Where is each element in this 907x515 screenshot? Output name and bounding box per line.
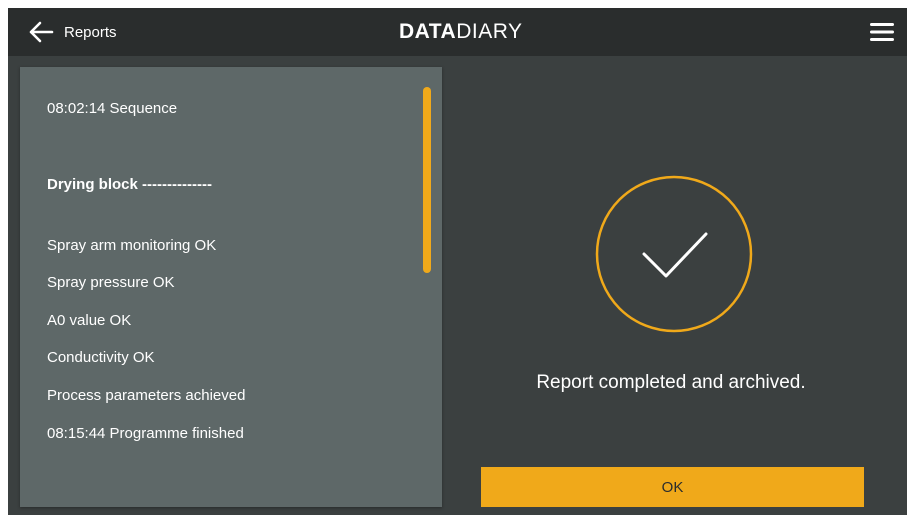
report-log-panel[interactable]: 08:02:14 Sequence Drying block ---------… <box>20 67 442 507</box>
brand-logo-light: DIARY <box>456 20 523 43</box>
ok-button-label: OK <box>661 478 684 496</box>
log-line: Spray arm monitoring OK <box>47 237 217 254</box>
log-line: Spray pressure OK <box>47 274 175 291</box>
log-line: Conductivity OK <box>47 349 155 366</box>
status-message: Report completed and archived. <box>536 372 806 393</box>
hamburger-menu-icon <box>870 23 894 41</box>
brand-logo-bold: DATA <box>399 20 457 43</box>
back-button[interactable]: Reports <box>28 18 117 46</box>
log-line: 08:02:14 Sequence <box>47 100 178 117</box>
log-line: 08:15:44 Programme finished <box>47 425 244 442</box>
log-line: A0 value OK <box>47 312 132 329</box>
report-screen: Reports DATADIARY 08:02:14 Sequence Dryi… <box>8 8 907 515</box>
log-line: Process parameters achieved <box>47 387 246 404</box>
back-button-label: Reports <box>64 23 117 41</box>
ok-button[interactable]: OK <box>481 467 864 507</box>
brand-logo: DATADIARY <box>399 20 523 44</box>
checkmark-circle-icon <box>595 175 753 333</box>
log-scrollbar[interactable] <box>423 87 431 273</box>
top-bar: Reports DATADIARY <box>8 8 907 56</box>
status-badge <box>594 174 754 334</box>
menu-button[interactable] <box>870 23 894 41</box>
log-section-heading: Drying block -------------- <box>47 176 212 193</box>
arrow-left-icon <box>29 21 54 43</box>
